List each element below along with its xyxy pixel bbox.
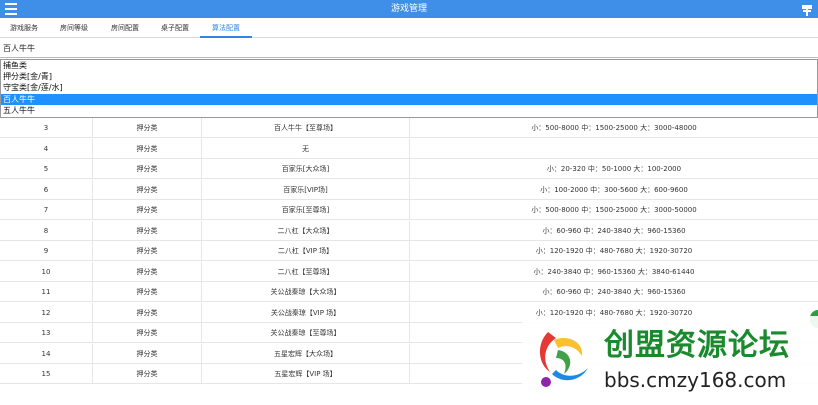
cell-type: 押分类 <box>93 323 202 343</box>
table-row[interactable]: 8 押分类 二八杠【大众场】 小：60-960 中：240-3840 大：960-15… <box>0 220 818 241</box>
cell-type: 押分类 <box>93 364 202 384</box>
tab-game-service[interactable]: 游戏服务 <box>0 18 48 38</box>
cell-bet-range: 小：500-8000 中：1500-25000 大：3000-50000 <box>531 206 697 214</box>
cell-id: 6 <box>0 179 93 200</box>
cell-type: 押分类 <box>93 179 202 200</box>
cell-room-name: 百家乐[至尊场] <box>202 200 410 220</box>
game-select-dropdown: 捕鱼类 押分类[金/青] 守宝类[金/莲/水] 百人牛牛 五人牛牛 <box>0 59 818 118</box>
option-fishing[interactable]: 捕鱼类 <box>1 60 817 71</box>
cell-id: 7 <box>0 200 93 220</box>
cell-id: 4 <box>0 138 93 159</box>
cell-id: 15 <box>0 364 93 384</box>
active-tab-indicator <box>200 36 252 38</box>
cell-room-name: 二八杠【大众场】 <box>202 220 410 241</box>
cell-bet-range: 小：60-960 中：240-3840 大：960-15360 <box>542 226 686 235</box>
cell-room-name: 百家乐[VIP场] <box>202 179 410 200</box>
cell-type: 押分类 <box>93 220 202 241</box>
tab-room-config[interactable]: 房间配置 <box>100 18 150 38</box>
option-treasure-class[interactable]: 守宝类[金/莲/水] <box>1 82 817 93</box>
option-betting-class[interactable]: 押分类[金/青] <box>1 71 817 82</box>
cell-room-name: 百家乐[大众场] <box>202 159 410 179</box>
cell-room-name: 关公战秦琼【至尊场】 <box>202 323 410 343</box>
table-row[interactable]: 7 押分类 百家乐[至尊场] 小：500-8000 中：1500-25000 大：30… <box>0 200 818 220</box>
cell-type: 押分类 <box>93 241 202 261</box>
watermark-url-text: bbs.cmzy168.com <box>604 368 787 392</box>
cell-id: 9 <box>0 241 93 261</box>
cell-id: 5 <box>0 159 93 179</box>
cell-id: 13 <box>0 323 93 343</box>
cell-bet-range: 小：20-320 中：50-1000 大：100-2000 <box>546 165 682 173</box>
cell-id: 8 <box>0 220 93 241</box>
cell-bet-range: 小：120-1920 中：480-7680 大：1920-30720 <box>535 247 693 255</box>
cell-room-name: 无 <box>202 138 410 159</box>
game-select[interactable]: 百人牛牛 <box>0 40 818 58</box>
cell-room-name: 关公战秦琼【VIP 场】 <box>202 302 410 323</box>
tray-icon[interactable] <box>801 2 813 16</box>
table-row[interactable]: 11 押分类 关公战秦琼【大众场】 小：60-960 中：240-3840 大：960… <box>0 282 818 302</box>
tab-table-config[interactable]: 桌子配置 <box>150 18 200 38</box>
cell-id: 10 <box>0 261 93 282</box>
table-row[interactable]: 4 押分类无 <box>0 138 818 159</box>
table-row[interactable]: 5 押分类 百家乐[大众场] 小：20-320 中：50-1000 大：100-200… <box>0 159 818 179</box>
option-five-niuniu[interactable]: 五人牛牛 <box>1 105 817 116</box>
cell-id: 12 <box>0 302 93 323</box>
cell-type: 押分类 <box>93 138 202 159</box>
cell-type: 押分类 <box>93 261 202 282</box>
table-row[interactable]: 9 押分类 二八杠【VIP 场】 小：120-1920 中：480-7680 大：19… <box>0 241 818 261</box>
page-title: 游戏管理 <box>390 4 427 14</box>
cell-type: 押分类 <box>93 118 202 138</box>
watermark-logo-icon <box>539 332 588 387</box>
table-row[interactable]: 6 押分类 百家乐[VIP场] 小：100-2000 中：300-5600 大：600… <box>0 179 818 200</box>
cell-room-name: 五星宏辉【VIP 场】 <box>202 364 410 384</box>
cell-bet-range: 小：100-2000 中：300-5600 大：600-9600 <box>540 185 688 194</box>
cell-type: 押分类 <box>93 343 202 364</box>
cell-bet-range: 小：60-960 中：240-3840 大：960-15360 <box>542 288 686 296</box>
game-select-value: 百人牛牛 <box>3 44 35 53</box>
cell-room-name: 五星宏辉【大众场】 <box>202 343 410 364</box>
option-hundred-niuniu[interactable]: 百人牛牛 <box>1 94 817 105</box>
tab-bar: 游戏服务 房间等级 房间配置 桌子配置 算法配置 <box>0 18 818 38</box>
table-row[interactable]: 3 押分类 百人牛牛【至尊场】 小：500-8000 中：1500-25000 大：3… <box>0 118 818 138</box>
cell-type: 押分类 <box>93 302 202 323</box>
tab-room-level[interactable]: 房间等级 <box>48 18 100 38</box>
cell-bet-range: 小：500-8000 中：1500-25000 大：3000-48000 <box>531 124 697 132</box>
table-row[interactable]: 10 押分类 二八杠【至尊场】 小：240-3840 中：960-15360 大：38… <box>0 261 818 282</box>
cell-room-name: 关公战秦琼【大众场】 <box>202 282 410 302</box>
top-bar: 游戏管理 <box>0 0 818 18</box>
cell-type: 押分类 <box>93 282 202 302</box>
watermark: 创盟资源论坛 bbs.cmzy168.com <box>522 316 818 400</box>
cell-id: 14 <box>0 343 93 364</box>
cell-bet-range: 小：240-3840 中：960-15360 大：3840-61440 <box>533 267 695 276</box>
cell-room-name: 百人牛牛【至尊场】 <box>202 118 410 138</box>
tab-algorithm-config[interactable]: 算法配置 <box>200 18 252 38</box>
cell-room-name: 二八杠【至尊场】 <box>202 261 410 282</box>
cell-type: 押分类 <box>93 159 202 179</box>
cell-id: 3 <box>0 118 93 138</box>
cell-id: 11 <box>0 282 93 302</box>
watermark-chinese-text: 创盟资源论坛 <box>604 328 790 363</box>
cell-bet-range <box>410 139 818 159</box>
cell-room-name: 二八杠【VIP 场】 <box>202 241 410 261</box>
cell-type: 押分类 <box>93 200 202 220</box>
